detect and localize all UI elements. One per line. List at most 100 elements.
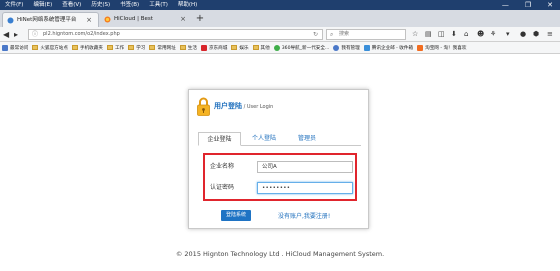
- search-placeholder: 搜索: [339, 31, 350, 37]
- login-tabs: 企业登陆 个人登陆 管理员: [198, 132, 361, 146]
- hamburger-menu-icon[interactable]: ≡: [547, 30, 553, 39]
- pocket-icon[interactable]: ◫: [438, 30, 445, 39]
- menu-view[interactable]: 查看(V): [57, 0, 86, 10]
- bookmark-folder[interactable]: 娱乐: [231, 45, 249, 51]
- tab-title: HiCloud | Best: [114, 16, 153, 22]
- bookmark-label: 360导航_新一代安全...: [281, 45, 330, 51]
- tab-hicloud[interactable]: HiCloud | Best ×: [100, 12, 192, 27]
- taobao-icon: [417, 44, 424, 51]
- search-icon: ⌕: [330, 31, 334, 38]
- login-title-cn: 用户登陆: [214, 102, 242, 110]
- back-button[interactable]: ◀: [3, 29, 9, 40]
- menu-tools[interactable]: 工具(T): [144, 0, 173, 10]
- bookmark-label: 我有管理: [341, 45, 360, 51]
- tab-admin-login[interactable]: 管理员: [290, 132, 324, 146]
- login-card: 用户登陆 / User Login 企业登陆 个人登陆 管理员 企业名称 公司A…: [188, 89, 369, 229]
- bookmark-label: 常用网址: [157, 45, 176, 51]
- jd-icon: [200, 44, 207, 51]
- register-link[interactable]: 没有账户,我要注册!: [278, 211, 330, 220]
- menu-help[interactable]: 帮助(H): [173, 0, 202, 10]
- bookmark-folder[interactable]: 工作: [106, 45, 124, 51]
- folder-icon: [32, 45, 39, 50]
- password-label: 认证密码: [210, 184, 235, 191]
- navigation-bar: ◀ ▸ ⓘ pl2.higntom.com/o2/index.php ↻ ⌕ 搜…: [0, 27, 560, 42]
- search-box[interactable]: ⌕ 搜索: [326, 29, 406, 40]
- password-input[interactable]: ••••••••: [257, 182, 353, 194]
- bookmark-folder[interactable]: 常用网址: [149, 45, 176, 51]
- bookmark-label: 其他: [260, 45, 270, 51]
- bookmark-folder[interactable]: 学习: [128, 45, 145, 51]
- download-icon[interactable]: ⬇: [451, 30, 457, 39]
- bookmarks-bar: 最常访问 火狐官方站点 手机收藏夹 工作 学习 常用网址 生活 京东商城 娱乐 …: [0, 42, 560, 54]
- tab-hinet[interactable]: HiNet网络系统管理平台 ×: [2, 12, 99, 27]
- url-text: pl2.higntom.com/o2/index.php: [43, 31, 120, 37]
- folder-icon: [179, 45, 186, 50]
- close-window-button[interactable]: ✕: [542, 0, 558, 10]
- bookmark-manage[interactable]: 我有管理: [333, 44, 360, 51]
- bookmark-folder[interactable]: 手机收藏夹: [71, 45, 103, 51]
- footer-copyright: © 2015 Hignton Technology Ltd . HiCloud …: [175, 250, 385, 258]
- menu-dropdown-icon[interactable]: ▾: [506, 30, 510, 39]
- reload-icon[interactable]: ↻: [313, 30, 318, 39]
- bookmark-label: 火狐官方站点: [40, 45, 68, 51]
- bookmark-mail[interactable]: 腾讯企业邮 - 收件箱: [363, 44, 414, 51]
- bookmark-label: 京东商城: [208, 45, 228, 51]
- minimize-button[interactable]: —: [497, 0, 514, 10]
- bookmark-label: 手机收藏夹: [79, 45, 103, 51]
- login-title: 用户登陆 / User Login: [214, 102, 273, 112]
- bookmark-most-visited[interactable]: 最常访问: [2, 44, 29, 51]
- bookmark-jd[interactable]: 京东商城: [200, 44, 228, 51]
- folder-icon: [252, 45, 259, 50]
- lock-icon: [197, 97, 210, 116]
- login-form-highlight: 企业名称 公司A 认证密码 ••••••••: [203, 153, 357, 201]
- hinet-favicon-icon: [7, 17, 14, 24]
- bookmark-label: 生活: [187, 45, 197, 51]
- bookmark-label: 淘宝网 - 淘！我喜欢: [425, 45, 467, 51]
- menu-bookmarks[interactable]: 书签(B): [115, 0, 144, 10]
- login-button[interactable]: 登陆系统: [221, 210, 251, 221]
- menu-history[interactable]: 历史(S): [86, 0, 115, 10]
- bookmark-folder[interactable]: 其他: [252, 45, 270, 51]
- close-tab-icon[interactable]: ×: [86, 13, 92, 28]
- url-bar[interactable]: ⓘ pl2.higntom.com/o2/index.php ↻: [28, 29, 323, 40]
- bookmark-360[interactable]: 360导航_新一代安全...: [273, 44, 330, 51]
- star-icon: [2, 44, 8, 51]
- new-tab-button[interactable]: +: [193, 12, 207, 27]
- forward-button[interactable]: ▸: [14, 29, 18, 40]
- tab-company-login[interactable]: 企业登陆: [198, 132, 241, 146]
- folder-icon: [71, 45, 78, 50]
- bookmark-star-icon[interactable]: ☆: [412, 30, 418, 39]
- bookmark-taobao[interactable]: 淘宝网 - 淘！我喜欢: [417, 44, 467, 51]
- shield-icon[interactable]: ⬢: [533, 30, 539, 39]
- folder-icon: [106, 45, 113, 50]
- bookmark-folder[interactable]: 生活: [179, 45, 197, 51]
- tab-bar: HiNet网络系统管理平台 × HiCloud | Best × +: [0, 10, 560, 27]
- menu-edit[interactable]: 编辑(E): [28, 0, 57, 10]
- reading-list-icon[interactable]: ▤: [425, 30, 432, 39]
- window-controls: — ❐ ✕: [497, 0, 558, 10]
- chat-icon[interactable]: ●: [520, 30, 526, 39]
- maximize-button[interactable]: ❐: [520, 0, 536, 10]
- bookmark-label: 最常访问: [10, 45, 29, 51]
- sync-icon[interactable]: ⚘: [490, 30, 496, 39]
- firefox-favicon-icon: [104, 16, 111, 23]
- folder-icon: [231, 45, 238, 50]
- company-name-label: 企业名称: [210, 163, 235, 170]
- close-tab-icon[interactable]: ×: [180, 12, 186, 27]
- bookmark-label: 娱乐: [239, 45, 249, 51]
- company-name-input[interactable]: 公司A: [257, 161, 353, 173]
- menubar: 文件(F) 编辑(E) 查看(V) 历史(S) 书签(B) 工具(T) 帮助(H…: [0, 0, 560, 10]
- login-title-en: User Login: [246, 104, 274, 110]
- tab-title: HiNet网络系统管理平台: [17, 17, 77, 23]
- extension-icon[interactable]: ☻: [477, 30, 484, 39]
- bookmark-folder[interactable]: 火狐官方站点: [32, 45, 68, 51]
- home-icon[interactable]: ⌂: [464, 30, 468, 39]
- mail-icon: [363, 44, 370, 51]
- info-icon[interactable]: ⓘ: [32, 30, 38, 39]
- bookmark-label: 腾讯企业邮 - 收件箱: [371, 45, 414, 51]
- menu-file[interactable]: 文件(F): [0, 0, 28, 10]
- folder-icon: [149, 45, 156, 50]
- bookmark-label: 学习: [136, 45, 146, 51]
- folder-icon: [128, 45, 135, 50]
- tab-personal-login[interactable]: 个人登陆: [244, 132, 284, 146]
